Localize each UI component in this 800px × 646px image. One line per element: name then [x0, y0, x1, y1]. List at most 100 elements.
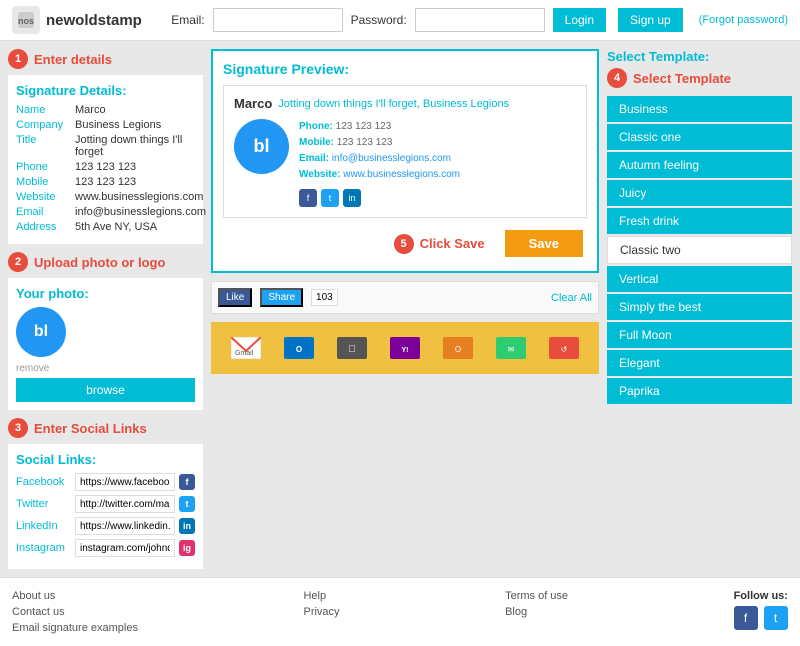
sig-name-display: Marco — [234, 96, 272, 111]
footer-social-icons: f t — [734, 606, 788, 630]
share-button[interactable]: Share — [260, 288, 303, 307]
main-content: 1 Enter details Signature Details: Name … — [0, 41, 800, 577]
website-field-label: Website: — [299, 169, 341, 180]
template-fullmoon-button[interactable]: Full Moon — [607, 322, 792, 348]
template-business-button[interactable]: Business — [607, 96, 792, 122]
step2-header: 2 Upload photo or logo — [8, 252, 203, 272]
website-link[interactable]: www.businesslegions.com — [343, 169, 460, 180]
privacy-link[interactable]: Privacy — [303, 606, 339, 618]
phone-label: Phone — [16, 161, 71, 173]
footer-facebook-icon[interactable]: f — [734, 606, 758, 630]
template-simplybest-button[interactable]: Simply the best — [607, 294, 792, 320]
email-clients-bar: Gmail O  Y! O ✉ ↺ — [211, 322, 599, 374]
sig-social-icons: f t in — [299, 189, 460, 207]
share-count: 103 — [311, 289, 338, 306]
sig-details-title: Signature Details: — [16, 83, 195, 98]
template-classictwo-button[interactable]: Classic two — [607, 236, 792, 264]
facebook-input[interactable] — [75, 473, 175, 491]
save-button[interactable]: Save — [505, 230, 583, 257]
preview-title: Signature Preview: — [223, 61, 587, 77]
template-paprika-button[interactable]: Paprika — [607, 378, 792, 404]
step4-circle: 4 — [607, 68, 627, 88]
remove-photo-link[interactable]: remove — [16, 363, 195, 374]
instagram-input[interactable] — [75, 539, 175, 557]
center-panel: Signature Preview: Marco Jotting down th… — [211, 49, 599, 569]
svg-text:Y!: Y! — [401, 347, 408, 354]
footer-col2: Help Privacy — [303, 590, 339, 618]
name-label: Name — [16, 104, 71, 116]
facebook-like-button[interactable]: Like — [218, 288, 252, 307]
step2-circle: 2 — [8, 252, 28, 272]
footer-twitter-icon[interactable]: t — [764, 606, 788, 630]
blog-link[interactable]: Blog — [505, 606, 568, 618]
website-label: Website — [16, 191, 71, 203]
photo-title: Your photo: — [16, 286, 195, 301]
follow-label: Follow us: — [734, 590, 788, 602]
address-label: Address — [16, 221, 71, 233]
company-label: Company — [16, 119, 71, 131]
twitter-input[interactable] — [75, 495, 175, 513]
outlook-icon[interactable]: O — [281, 330, 317, 366]
step1-header: 1 Enter details — [8, 49, 203, 69]
svg-text:O: O — [455, 345, 461, 354]
sig-company-row: Company Business Legions — [16, 119, 195, 131]
sig-tagline-display: Jotting down things I'll forget, Busines… — [278, 98, 509, 110]
template-autumnfeeling-button[interactable]: Autumn feeling — [607, 152, 792, 178]
email-sig-examples-link[interactable]: Email signature examples — [12, 622, 138, 634]
twitter-icon: t — [179, 496, 195, 512]
mobile-label: Mobile — [16, 176, 71, 188]
sig-li-icon: in — [343, 189, 361, 207]
clear-all-button[interactable]: Clear All — [551, 292, 592, 304]
linkedin-input[interactable] — [75, 517, 175, 535]
footer-col3: Terms of use Blog — [505, 590, 568, 618]
sig-mobile-row: Mobile 123 123 123 — [16, 176, 195, 188]
sig-fb-icon: f — [299, 189, 317, 207]
about-us-link[interactable]: About us — [12, 590, 138, 602]
sig-name-row: Name Marco — [16, 104, 195, 116]
email-field-label: Email — [16, 206, 71, 218]
footer-follow-col: Follow us: f t — [734, 590, 788, 630]
address-value: 5th Ave NY, USA — [75, 221, 157, 233]
sig-phone-row: Phone 123 123 123 — [16, 161, 195, 173]
contact-us-link[interactable]: Contact us — [12, 606, 138, 618]
name-value: Marco — [75, 104, 106, 116]
header-fields: Email: Password: Login Sign up (Forgot p… — [171, 8, 788, 32]
yahoo-mail-icon[interactable]: Y! — [387, 330, 423, 366]
svg-text::  — [348, 344, 356, 355]
forgot-password-link[interactable]: (Forgot password) — [699, 14, 788, 26]
signup-button[interactable]: Sign up — [618, 8, 683, 32]
template-elegant-button[interactable]: Elegant — [607, 350, 792, 376]
browse-button[interactable]: browse — [16, 378, 195, 402]
email-field-label2: Email: — [299, 153, 329, 164]
step1-label: Enter details — [34, 52, 112, 67]
social-section: Social Links: Facebook f Twitter t Linke… — [8, 444, 203, 569]
photo-section: Your photo: bl remove browse — [8, 278, 203, 410]
svg-text:O: O — [296, 345, 302, 354]
terms-link[interactable]: Terms of use — [505, 590, 568, 602]
email-input[interactable] — [213, 8, 343, 32]
email-client-4-icon[interactable]: O — [440, 330, 476, 366]
email-link[interactable]: info@businesslegions.com — [332, 153, 451, 164]
template-freshdrink-button[interactable]: Fresh drink — [607, 208, 792, 234]
sig-email-row: Email info@businesslegions.com — [16, 206, 195, 218]
mobile-value: 123 123 123 — [75, 176, 136, 188]
header: nos newoldstamp Email: Password: Login S… — [0, 0, 800, 41]
email-client-5-icon[interactable]: ✉ — [493, 330, 529, 366]
preview-box: Signature Preview: Marco Jotting down th… — [211, 49, 599, 273]
template-classicone-button[interactable]: Classic one — [607, 124, 792, 150]
sig-title-row: Title Jotting down things I'll forget — [16, 134, 195, 158]
gmail-icon[interactable]: Gmail — [228, 330, 264, 366]
template-vertical-button[interactable]: Vertical — [607, 266, 792, 292]
email-client-6-icon[interactable]: ↺ — [546, 330, 582, 366]
apple-mail-icon[interactable]:  — [334, 330, 370, 366]
login-button[interactable]: Login — [553, 8, 606, 32]
logo-icon: nos — [12, 6, 40, 34]
template-juicy-button[interactable]: Juicy — [607, 180, 792, 206]
password-input[interactable] — [415, 8, 545, 32]
help-link[interactable]: Help — [303, 590, 339, 602]
template-section-title: Select Template: — [607, 49, 792, 64]
share-bar: Like Share 103 Clear All — [211, 281, 599, 314]
sig-logo-display: bl — [234, 119, 289, 174]
step4-header: 4 Select Template — [607, 68, 792, 88]
save-row: 5 Click Save Save — [223, 226, 587, 261]
